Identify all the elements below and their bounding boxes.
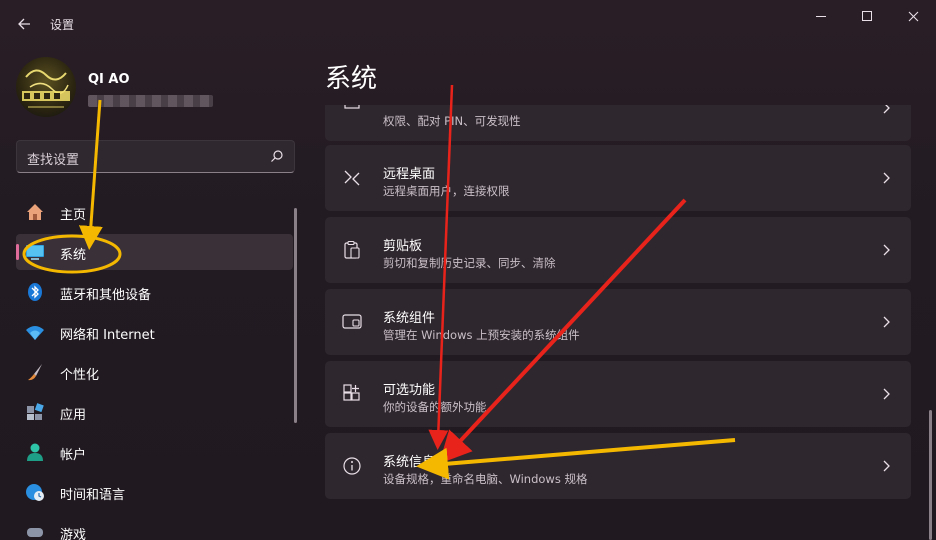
account-icon [25, 442, 45, 462]
chevron-right-icon [883, 244, 890, 256]
chevron-right-icon [883, 105, 890, 114]
sidebar-item-network[interactable]: 网络和 Internet [16, 314, 293, 350]
projection-icon [342, 105, 362, 115]
sidebar-item-label: 主页 [60, 208, 87, 223]
card-title: 可选功能 [383, 383, 436, 398]
settings-window: 设置 QI AO 查找设置 主页 系统 蓝牙和其他设备 网络和 Internet… [0, 0, 936, 540]
back-button[interactable] [10, 10, 38, 38]
card-title: 系统信息 [383, 455, 436, 470]
chevron-right-icon [883, 388, 890, 400]
sidebar-item-bluetooth[interactable]: 蓝牙和其他设备 [16, 274, 293, 310]
card-subtitle: 设备规格，重命名电脑、Windows 规格 [383, 472, 588, 486]
close-icon [908, 11, 918, 21]
sidebar-item-label: 个性化 [60, 368, 100, 383]
maximize-icon [862, 11, 872, 21]
gamepad-icon [25, 522, 45, 540]
settings-list: 权限、配对 PIN、可发现性 远程桌面 远程桌面用户，连接权限 剪贴板 剪切和复… [325, 105, 911, 540]
card-subtitle: 剪切和复制历史记录、同步、清除 [383, 256, 556, 270]
chevron-right-icon [883, 460, 890, 472]
minimize-button[interactable] [798, 0, 844, 32]
brush-icon [25, 362, 45, 382]
back-arrow-icon [18, 18, 30, 30]
sidebar-item-label: 蓝牙和其他设备 [60, 288, 152, 303]
card-system-info[interactable]: 系统信息 设备规格，重命名电脑、Windows 规格 [325, 433, 911, 499]
search-icon [271, 150, 283, 162]
optional-features-icon [342, 384, 362, 404]
bluetooth-icon [25, 282, 45, 302]
sidebar-item-accounts[interactable]: 帐户 [16, 434, 293, 470]
sidebar-item-gaming[interactable]: 游戏 [16, 514, 293, 540]
main-scrollbar[interactable] [929, 410, 932, 540]
app-title: 设置 [50, 18, 75, 32]
card-title: 远程桌面 [383, 167, 436, 182]
user-email-redacted [88, 95, 213, 107]
card-title: 系统组件 [383, 311, 436, 326]
sidebar-item-label: 应用 [60, 408, 87, 423]
sidebar-scrollbar[interactable] [294, 208, 297, 423]
system-components-icon [342, 312, 362, 332]
sidebar-nav: 主页 系统 蓝牙和其他设备 网络和 Internet 个性化 应用 帐户 时间和… [16, 194, 293, 540]
chevron-right-icon [883, 316, 890, 328]
globe-clock-icon [25, 482, 45, 502]
card-clipboard[interactable]: 剪贴板 剪切和复制历史记录、同步、清除 [325, 217, 911, 283]
card-projection[interactable]: 权限、配对 PIN、可发现性 [325, 105, 911, 141]
apps-icon [25, 402, 45, 422]
sidebar-item-label: 帐户 [60, 448, 87, 463]
wifi-icon [25, 322, 45, 342]
sidebar-item-home[interactable]: 主页 [16, 194, 293, 230]
minimize-icon [816, 15, 826, 17]
clipboard-icon [342, 240, 362, 260]
remote-desktop-icon [342, 168, 362, 188]
search-input[interactable]: 查找设置 [16, 140, 295, 173]
card-subtitle: 权限、配对 PIN、可发现性 [383, 114, 521, 128]
sidebar-item-label: 网络和 Internet [60, 328, 155, 343]
info-icon [342, 456, 362, 476]
sidebar-item-label: 时间和语言 [60, 488, 126, 503]
sidebar-item-personalization[interactable]: 个性化 [16, 354, 293, 390]
search-placeholder: 查找设置 [27, 153, 80, 168]
close-button[interactable] [890, 0, 936, 32]
sidebar-item-apps[interactable]: 应用 [16, 394, 293, 430]
maximize-button[interactable] [844, 0, 890, 32]
title-bar: 设置 [0, 0, 936, 46]
card-system-components[interactable]: 系统组件 管理在 Windows 上预安装的系统组件 [325, 289, 911, 355]
system-display-icon [25, 242, 45, 262]
sidebar-item-label: 系统 [60, 248, 87, 263]
card-subtitle: 你的设备的额外功能 [383, 400, 487, 414]
home-icon [25, 202, 45, 222]
avatar[interactable] [16, 57, 76, 117]
card-subtitle: 管理在 Windows 上预安装的系统组件 [383, 328, 580, 342]
card-optional-features[interactable]: 可选功能 你的设备的额外功能 [325, 361, 911, 427]
card-title: 剪贴板 [383, 239, 423, 254]
sidebar-item-label: 游戏 [60, 528, 87, 540]
page-title: 系统 [325, 64, 378, 94]
card-subtitle: 远程桌面用户，连接权限 [383, 184, 510, 198]
sidebar-item-time-language[interactable]: 时间和语言 [16, 474, 293, 510]
chevron-right-icon [883, 172, 890, 184]
card-remote-desktop[interactable]: 远程桌面 远程桌面用户，连接权限 [325, 145, 911, 211]
user-name: QI AO [88, 72, 130, 87]
avatar-image [22, 69, 70, 108]
sidebar-item-system[interactable]: 系统 [16, 234, 293, 270]
